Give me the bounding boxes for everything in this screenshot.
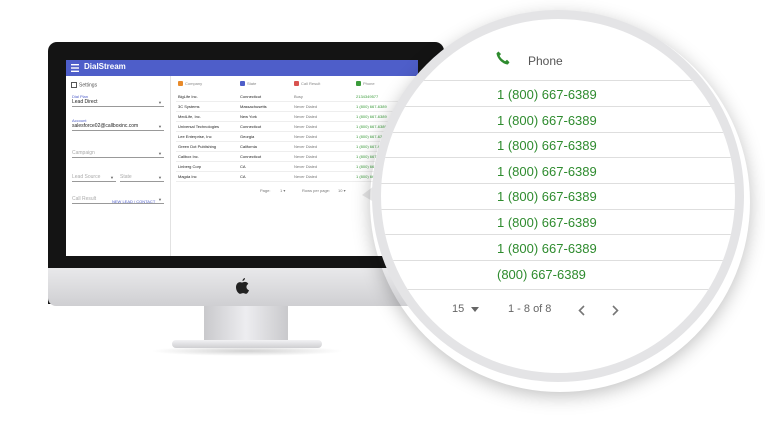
state-header[interactable]: State [240, 81, 256, 87]
table-row[interactable]: MedLife, Inc. New York Never Dialed 1 (800)… [176, 112, 416, 122]
row-divider [381, 157, 735, 158]
lens-content: Phone 1 (800) 667-6389 1 (800) 667-6389 … [381, 19, 735, 373]
monitor-stand-neck [204, 306, 288, 342]
chevron-left-icon[interactable] [578, 305, 585, 316]
row-divider [381, 132, 735, 133]
table-row[interactable]: BigLife Inc. Connecticut Busy 2134349577 [176, 92, 416, 102]
apple-logo-icon [236, 278, 249, 294]
row-divider [381, 209, 735, 210]
dropdown-caret-icon[interactable] [471, 307, 479, 312]
phone-header[interactable]: Phone [356, 81, 375, 87]
settings-label: Settings [79, 82, 98, 89]
monitor-stand-foot [172, 340, 322, 348]
zoom-phone-header[interactable]: Phone [528, 54, 563, 68]
building-icon [178, 81, 183, 87]
row-divider [381, 183, 735, 184]
chevron-down-icon: ▼ [158, 151, 162, 156]
campaign-select[interactable]: Campaign ▼ [72, 150, 164, 158]
dial-plan-value: Lead Direct ▼ [72, 99, 164, 107]
chevron-right-icon[interactable] [612, 305, 619, 316]
zoom-phone-cell[interactable]: 1 (800) 667-6389 [497, 113, 597, 128]
magnifier-lens: Phone 1 (800) 667-6389 1 (800) 667-6389 … [372, 10, 744, 382]
company-header[interactable]: Company [178, 81, 202, 87]
zoom-phone-cell[interactable]: (800) 667-6389 [497, 267, 586, 282]
map-icon [240, 81, 245, 87]
app-title: DialStream [84, 62, 126, 71]
account-value: salesforce02@callboxinc.com ▼ [72, 123, 164, 131]
phone-menu-icon[interactable] [71, 63, 79, 73]
zoom-phone-cell[interactable]: 1 (800) 667-6389 [497, 87, 597, 102]
zoom-phone-cell[interactable]: 1 (800) 667-6389 [497, 138, 597, 153]
lead-source-placeholder: Lead Source ▼ [72, 174, 116, 182]
chevron-down-icon: ▼ [110, 175, 114, 180]
row-divider [381, 289, 735, 290]
table-row[interactable]: 3C Systems Massachusetts Never Dialed 1 (80… [176, 102, 416, 112]
zoom-phone-cell[interactable]: 1 (800) 667-6389 [497, 189, 597, 204]
phone-icon [496, 51, 510, 65]
account-select[interactable]: Account salesforce02@callboxinc.com ▼ [72, 118, 164, 131]
state-select[interactable]: State ▼ [120, 174, 164, 182]
settings-icon [71, 82, 77, 88]
rows-per-page-select[interactable]: 10 ▾ [338, 188, 346, 193]
settings-toggle[interactable]: Settings [71, 82, 97, 88]
table-row[interactable]: Universal Technologies Connecticut Never D… [176, 122, 416, 132]
call-result-icon [294, 81, 299, 87]
zoom-phone-cell[interactable]: 1 (800) 667-6389 [497, 241, 597, 256]
pager-page-label: Page: [260, 188, 271, 193]
dial-plan-select[interactable]: Dial Plan Lead Direct ▼ [72, 94, 164, 107]
chevron-down-icon: ▼ [158, 175, 162, 180]
chevron-down-icon: ▼ [158, 124, 162, 129]
row-divider [381, 106, 735, 107]
new-lead-contact-button[interactable]: NEW LEAD / CONTACT [112, 199, 155, 204]
zoom-rows-per-page[interactable]: 15 [452, 303, 464, 315]
zoom-phone-cell[interactable]: 1 (800) 667-6389 [497, 164, 597, 179]
rows-per-page-label: Rows per page: [302, 188, 331, 193]
phone-icon [356, 81, 361, 87]
row-divider [381, 234, 735, 235]
zoom-page-range: 1 - 8 of 8 [508, 303, 552, 315]
row-divider [381, 260, 735, 261]
app-bar: DialStream [66, 60, 418, 76]
campaign-placeholder: Campaign ▼ [72, 150, 164, 158]
row-divider [381, 80, 735, 81]
chevron-down-icon: ▼ [158, 197, 162, 202]
pager-page-select[interactable]: 1 ▾ [280, 188, 285, 193]
chevron-down-icon: ▼ [158, 100, 162, 105]
call-result-header[interactable]: Call Result [294, 81, 320, 87]
zoom-phone-cell[interactable]: 1 (800) 667-6389 [497, 215, 597, 230]
filter-sidebar: Settings Dial Plan Lead Direct ▼ Account … [66, 76, 171, 256]
lead-source-select[interactable]: Lead Source ▼ [72, 174, 116, 182]
state-placeholder: State ▼ [120, 174, 164, 182]
